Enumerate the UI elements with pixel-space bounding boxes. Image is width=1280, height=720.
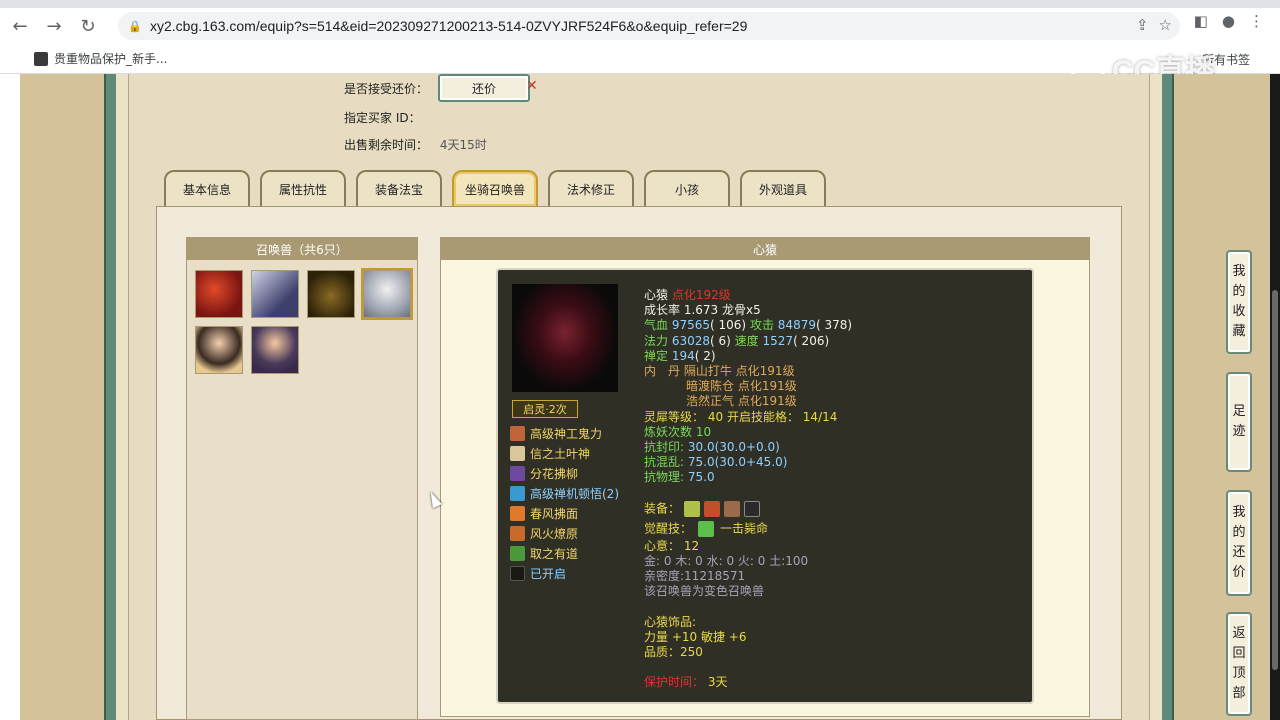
skill-item[interactable]: 信之土叶神 [510,443,619,463]
resist-seal-line: 抗封印: 30.0(30.0+0.0) [644,439,780,454]
frame-right [1162,74,1174,720]
pet-thumb-6[interactable] [251,326,299,374]
bookmark-favicon-icon [34,51,48,66]
pet-stats: 心猿 点化192级 成长率 1.673 龙骨x5 气血 97565( 106) … [644,288,852,691]
tab-mounts-pets[interactable]: 坐骑召唤兽 [452,170,538,206]
time-left-row: 出售剩余时间： 4天15时 [344,138,487,152]
mp-spd-line: 法力 63028( 6) 速度 1527( 206) [644,333,830,348]
qiling-badge: 启灵·2次 [512,400,578,418]
my-counter-offers-button[interactable]: 我的还价 [1226,490,1252,596]
awake-line: 觉醒技： 一击毙命 [644,520,769,537]
intimacy-line: 亲密度:11218571 [644,569,746,583]
pet-portrait [512,284,618,392]
left-strip [0,74,20,720]
tab-appearance[interactable]: 外观道具 [740,170,826,206]
tab-equipment[interactable]: 装备法宝 [356,170,442,206]
refine-line: 炼妖次数 10 [644,424,712,439]
footprints-button[interactable]: 足迹 [1226,372,1252,472]
equip-slot-icon[interactable] [703,500,720,517]
pets-list-panel: 召唤兽（共6只） [186,237,418,720]
skill-icon [510,465,525,481]
xinyi-line: 心意： 12 [644,538,700,553]
pet-thumb-1[interactable] [195,270,243,318]
pet-thumb-2[interactable] [251,270,299,318]
elements-line: 金: 0 木: 0 水: 0 火: 0 土:100 [644,553,809,568]
share-icon[interactable]: ⇪ [1136,16,1149,34]
frame-left [104,74,116,720]
hp-atk-line: 气血 97565( 106) 攻击 84879( 378) [644,318,853,333]
my-favorites-button[interactable]: 我的收藏 [1226,250,1252,354]
tab-spell-mods[interactable]: 法术修正 [548,170,634,206]
neidan-line-3: 浩然正气 点化191级 [686,394,797,409]
lock-icon[interactable]: 🔒 [128,20,148,33]
tab-bar: 基本信息 属性抗性 装备法宝 坐骑召唤兽 法术修正 小孩 外观道具 [164,170,826,206]
profile-icon[interactable]: ● [1222,12,1235,30]
skill-item[interactable]: 风火燎原 [510,523,619,543]
accept-counter-row: 是否接受还价： [344,82,429,96]
tab-basic-info[interactable]: 基本信息 [164,170,250,206]
awake-skill-icon[interactable] [698,520,715,537]
pet-thumb-3[interactable] [307,270,355,318]
growth-line: 成长率 1.673 龙骨x5 [644,303,761,318]
close-icon: ✕ [526,78,538,94]
menu-icon[interactable]: ⋮ [1249,12,1264,30]
url-text[interactable]: xy2.cbg.163.com/equip?s=514&eid=20230927… [150,18,747,34]
buyer-id-row: 指定买家 ID： [344,111,421,125]
color-note-line: 该召唤兽为变色召唤兽 [644,584,765,599]
skill-item[interactable]: 取之有道 [510,543,619,563]
pet-thumb-5[interactable] [195,326,243,374]
counter-offer-button[interactable]: 还价 [438,74,530,102]
skill-item[interactable]: 分花拂柳 [510,463,619,483]
browser-toolbar: ← → ↻ 🔒 xy2.cbg.163.com/equip?s=514&eid=… [0,8,1280,44]
tab-children[interactable]: 小孩 [644,170,730,206]
forward-icon[interactable]: → [40,12,68,40]
skill-icon [510,485,525,501]
scrollbar-thumb[interactable] [1272,290,1278,670]
skill-list: 高级神工鬼力 信之土叶神 分花拂柳 高级禅机顿悟(2) 春风拂面 风火燎原 取之… [510,423,619,583]
bookmark-item[interactable]: 贵重物品保护_新手... [34,50,167,67]
accessory-label-line: 心猿饰品: [644,614,697,629]
address-bar[interactable]: 🔒 xy2.cbg.163.com/equip?s=514&eid=202309… [118,12,1180,40]
skill-icon [510,425,525,441]
skill-icon [510,545,525,561]
equip-slot-icon[interactable] [683,500,700,517]
star-icon[interactable]: ☆ [1159,16,1172,34]
def-line: 禅定 194( 2) [644,348,716,363]
neidan-line-2: 暗渡陈仓 点化191级 [686,379,797,394]
lingxi-line: 灵犀等级： 40 开启技能格： 14/14 [644,409,838,424]
back-icon[interactable]: ← [6,12,34,40]
reload-icon[interactable]: ↻ [74,12,102,40]
skill-icon [510,565,525,581]
quality-line: 品质：250 [644,644,703,659]
skill-item[interactable]: 春风拂面 [510,503,619,523]
sidepanel-icon[interactable]: ◧ [1194,12,1208,30]
pet-thumb-4[interactable] [361,268,413,320]
back-to-top-button[interactable]: 返回顶部 [1226,612,1252,716]
equip-line: 装备： [644,500,852,521]
pets-panel-title: 召唤兽（共6只） [187,238,417,260]
accessory-stats-line: 力量 +10 敏捷 +6 [644,629,747,644]
skill-icon [510,505,525,521]
equip-slot-icon[interactable] [723,500,740,517]
tab-attributes[interactable]: 属性抗性 [260,170,346,206]
right-strip [1256,74,1270,720]
skill-icon [510,445,525,461]
skill-item[interactable]: 已开启 [510,563,619,583]
detail-panel-title: 心猿 [441,238,1089,260]
protect-line: 保护时间： 3天 [644,675,728,690]
equip-slot-icon[interactable] [743,500,760,517]
neidan-line-1: 内 丹 隔山打牛 点化191级 [644,363,795,378]
skill-icon [510,525,525,541]
skill-item[interactable]: 高级神工鬼力 [510,423,619,443]
resist-phys-line: 抗物理: 75.0 [644,470,715,485]
pet-name-line: 心猿 点化192级 [644,288,731,302]
pet-grid [195,268,413,374]
skill-item[interactable]: 高级禅机顿悟(2) [510,483,619,503]
tab-strip [0,0,1280,8]
equip-icons [683,500,760,517]
resist-chaos-line: 抗混乱: 75.0(30.0+45.0) [644,455,788,470]
